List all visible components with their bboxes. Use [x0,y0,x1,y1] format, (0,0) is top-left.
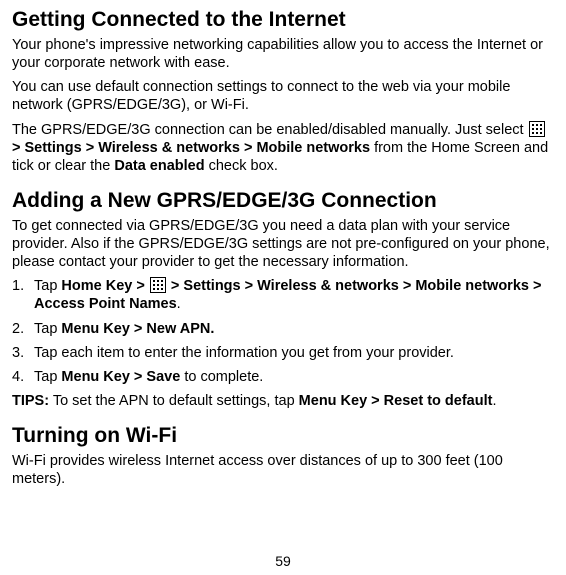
list-item: 2. Tap Menu Key > New APN. [12,320,554,338]
text-fragment: to complete. [180,369,263,385]
paragraph-text: The GPRS/EDGE/3G connection can be enabl… [12,121,554,175]
text-fragment-bold: > Settings > Wireless & networks > Mobil… [12,140,370,156]
apps-grid-icon [150,277,166,293]
text-fragment-bold: Menu Key > Reset to default [299,393,493,409]
heading-turning-on-wifi: Turning on Wi-Fi [12,424,554,448]
instruction-list: 1. Tap Home Key > > Settings > Wireless … [12,277,554,386]
text-fragment: To set the APN to default settings, tap [49,393,299,409]
list-number: 3. [12,344,24,362]
text-fragment: Tap [34,321,61,337]
text-fragment: . [492,393,496,409]
text-fragment-bold: Data enabled [114,158,204,174]
list-item: 3. Tap each item to enter the informatio… [12,344,554,362]
text-fragment: The GPRS/EDGE/3G connection can be enabl… [12,122,528,138]
tips-paragraph: TIPS: To set the APN to default settings… [12,392,554,410]
text-fragment: check box. [205,158,278,174]
list-number: 1. [12,277,24,295]
page-number: 59 [0,553,566,569]
heading-adding-connection: Adding a New GPRS/EDGE/3G Connection [12,189,554,213]
paragraph-text: To get connected via GPRS/EDGE/3G you ne… [12,217,554,271]
list-number: 2. [12,320,24,338]
text-fragment: Tap each item to enter the information y… [34,345,454,361]
text-fragment-bold: Menu Key > Save [61,369,180,385]
paragraph-text: Your phone's impressive networking capab… [12,36,554,72]
text-fragment: Tap [34,369,61,385]
heading-getting-connected: Getting Connected to the Internet [12,8,554,32]
text-fragment: Tap [34,278,61,294]
tips-label: TIPS: [12,393,49,409]
apps-grid-icon [529,121,545,137]
text-fragment-bold: Home Key > [61,278,148,294]
text-fragment-bold: Menu Key > New APN. [61,321,214,337]
list-item: 1. Tap Home Key > > Settings > Wireless … [12,277,554,313]
list-number: 4. [12,368,24,386]
paragraph-text: You can use default connection settings … [12,78,554,114]
text-fragment: . [177,296,181,312]
list-item: 4. Tap Menu Key > Save to complete. [12,368,554,386]
paragraph-text: Wi-Fi provides wireless Internet access … [12,452,554,488]
